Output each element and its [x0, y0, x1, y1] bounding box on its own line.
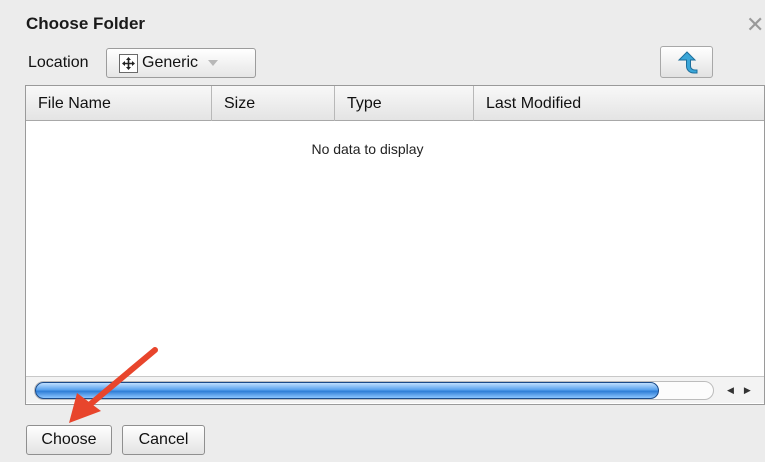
- location-value: Generic: [142, 54, 199, 71]
- column-header-last-modified[interactable]: Last Modified: [474, 86, 764, 121]
- choose-folder-dialog: Choose Folder ✕ Location Generic File Na…: [0, 0, 765, 462]
- annotation-arrow-icon: [69, 347, 158, 423]
- scroll-left-icon[interactable]: ◀: [727, 385, 734, 396]
- up-folder-button[interactable]: [660, 46, 713, 78]
- grid-header: File Name Size Type Last Modified: [26, 86, 764, 121]
- location-dropdown[interactable]: Generic: [106, 48, 256, 78]
- column-header-file-name[interactable]: File Name: [26, 86, 212, 121]
- move-arrows-icon: [119, 53, 138, 73]
- column-header-type[interactable]: Type: [335, 86, 474, 121]
- scroll-right-icon[interactable]: ▶: [744, 385, 751, 396]
- location-label: Location: [28, 54, 89, 71]
- empty-message: No data to display: [311, 141, 424, 157]
- choose-button[interactable]: Choose: [26, 425, 112, 455]
- close-icon[interactable]: ✕: [746, 14, 765, 36]
- chevron-down-icon: [208, 60, 219, 66]
- cancel-button[interactable]: Cancel: [122, 425, 205, 455]
- up-folder-arrow-icon: [677, 51, 697, 74]
- scrollbar-buttons: ◀ ▶: [717, 382, 761, 399]
- dialog-title: Choose Folder: [26, 14, 146, 33]
- column-header-size[interactable]: Size: [212, 86, 335, 121]
